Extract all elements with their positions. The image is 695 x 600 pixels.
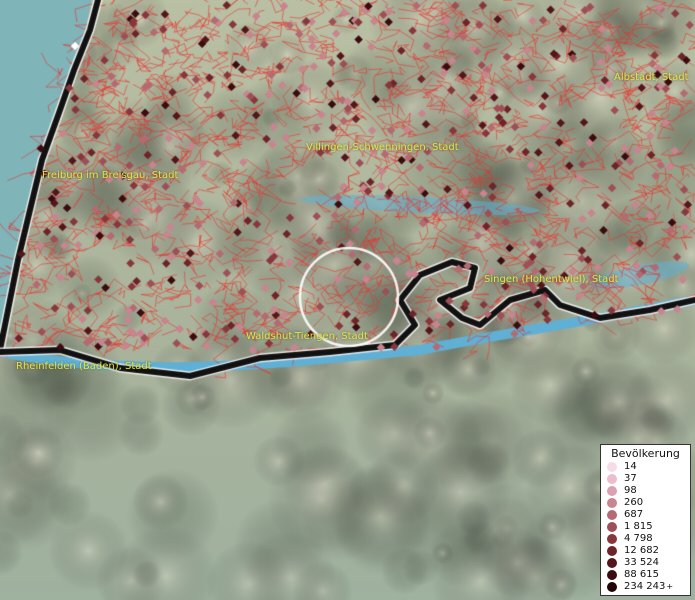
legend-label: 37: [624, 473, 637, 484]
legend-item: 33 524: [607, 557, 690, 569]
legend-swatch: [607, 570, 617, 580]
legend-swatch: [607, 546, 617, 556]
legend-label: 12 682: [624, 545, 659, 556]
legend-swatch: [607, 534, 617, 544]
place-label-singen: Singen (Hohentwiel), Stadt: [484, 274, 619, 285]
map-canvas[interactable]: [0, 0, 695, 600]
legend-item: 12 682: [607, 545, 690, 557]
legend-list: 14 37 98 260 687 1 815 4 798 12 682 33 524 88 615…: [601, 461, 690, 593]
legend-label: 98: [624, 485, 637, 496]
legend-item: 14: [607, 461, 690, 473]
legend-label: 88 615: [624, 569, 659, 580]
population-legend: Bevölkerung 14 37 98 260 687 1 815 4 798 12 682…: [600, 444, 691, 596]
legend-swatch: [607, 558, 617, 568]
place-label-rheinfelden: Rheinfelden (Baden), Stadt: [16, 361, 152, 372]
legend-label: 1 815: [624, 521, 653, 532]
legend-swatch: [607, 486, 617, 496]
legend-swatch: [607, 522, 617, 532]
legend-label: 33 524: [624, 557, 659, 568]
legend-label: 4 798: [624, 533, 653, 544]
place-label-waldshut-tiengen: Waldshut-Tiengen, Stadt: [246, 331, 368, 342]
legend-label: 14: [624, 461, 637, 472]
legend-item: 37: [607, 473, 690, 485]
legend-item: 1 815: [607, 521, 690, 533]
place-label-albstadt: Albstadt, Stadt: [614, 72, 689, 83]
legend-item: 260: [607, 497, 690, 509]
legend-item: 234 243 +: [607, 581, 690, 593]
legend-label: 687: [624, 509, 644, 520]
place-label-villingen-schwenningen: Villingen-Schwenningen, Stadt: [306, 142, 459, 153]
legend-swatch: [607, 498, 617, 508]
legend-swatch: [607, 510, 617, 520]
legend-item: 687: [607, 509, 690, 521]
legend-item: 98: [607, 485, 690, 497]
legend-swatch: [607, 474, 617, 484]
legend-label: 260: [624, 497, 644, 508]
legend-item: 4 798: [607, 533, 690, 545]
place-label-freiburg: Freiburg im Breisgau, Stadt: [42, 170, 179, 181]
legend-item: 88 615: [607, 569, 690, 581]
legend-swatch: [607, 582, 617, 592]
legend-label: 234 243: [624, 581, 666, 592]
legend-plus: +: [666, 582, 674, 591]
legend-title: Bevölkerung: [611, 447, 680, 460]
legend-swatch: [607, 462, 617, 472]
